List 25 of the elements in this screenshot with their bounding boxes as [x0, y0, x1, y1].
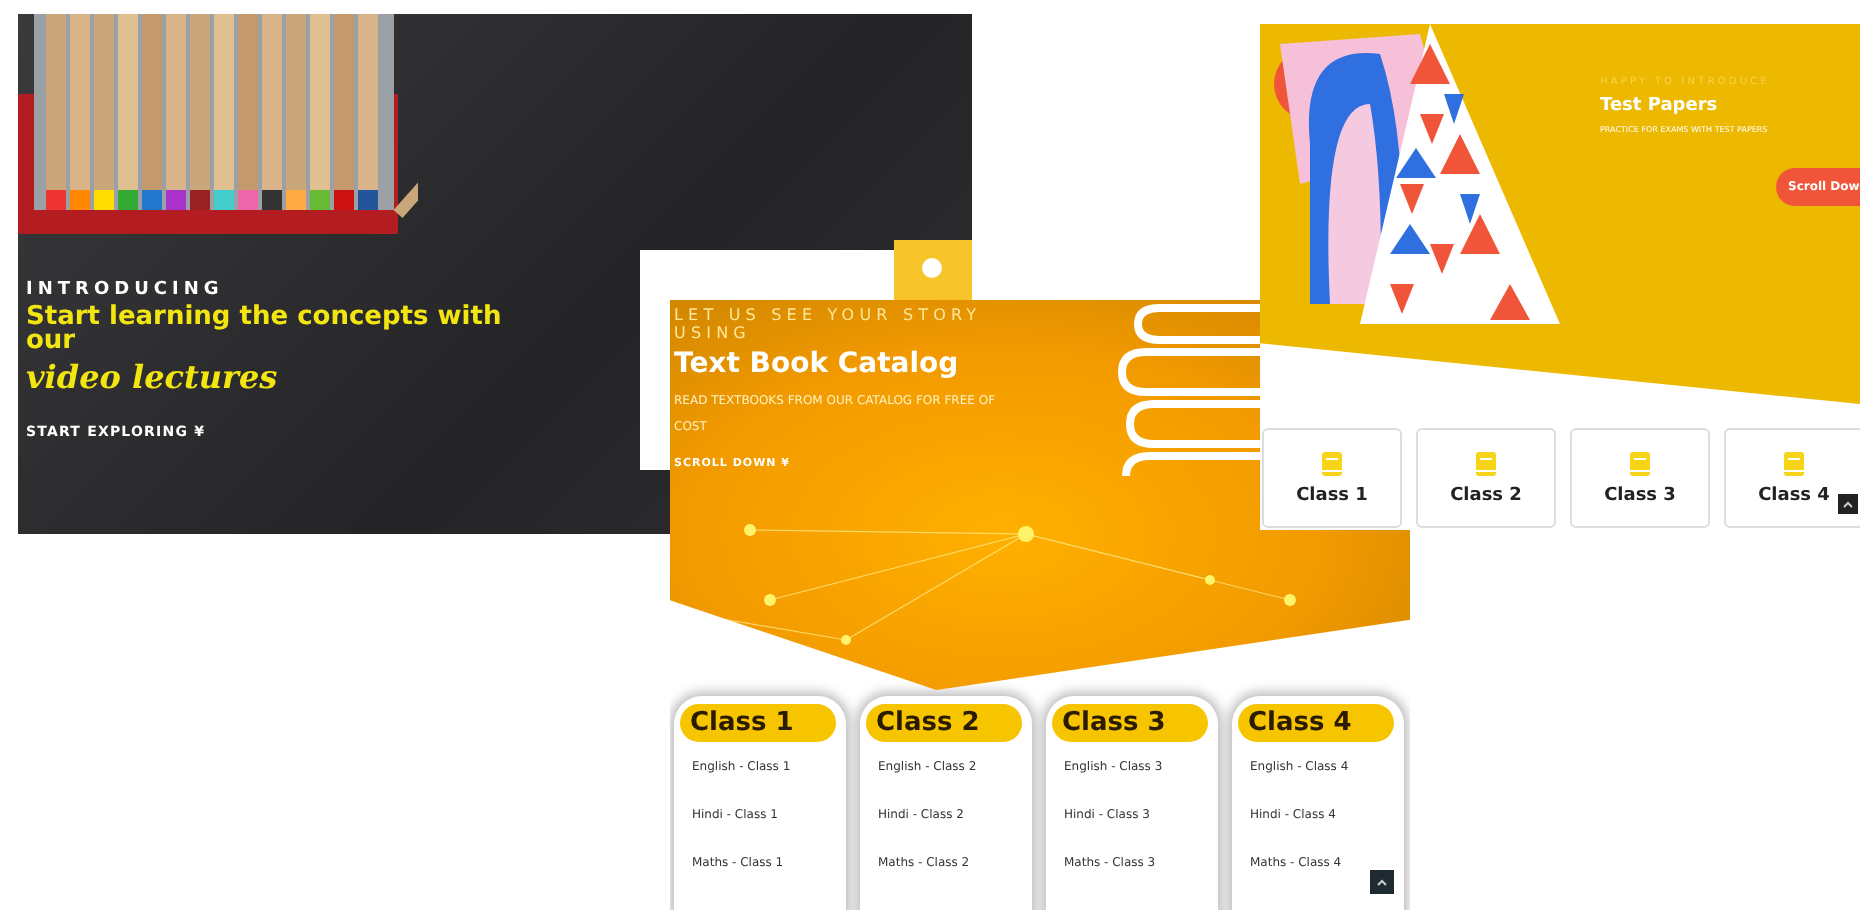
class-label: Class 3: [1604, 485, 1676, 505]
highlight-heading: video lectures: [26, 358, 278, 396]
class-card[interactable]: Class 2: [1416, 428, 1556, 528]
page-title: Test Papers: [1600, 96, 1720, 116]
scroll-to-top-button[interactable]: [1838, 494, 1858, 514]
book-icon: [1784, 451, 1804, 475]
chevron-up-icon: [1842, 500, 1854, 508]
scroll-to-top-button[interactable]: [1370, 870, 1394, 894]
class-label: Class 2: [1450, 485, 1522, 505]
class-heading: Class 4: [1238, 704, 1394, 742]
eyebrow-text: LET US SEE YOUR STORY USING: [674, 306, 984, 342]
headline: Start learning the concepts with our: [26, 306, 504, 354]
book-icon: [1630, 451, 1650, 475]
class-label: Class 4: [1758, 485, 1830, 505]
class-heading: Class 1: [680, 704, 836, 742]
class-label: Class 1: [1296, 485, 1368, 505]
chevron-up-icon: [1376, 878, 1388, 886]
page-title: Text Book Catalog: [674, 348, 959, 380]
class-card[interactable]: Class 1: [1262, 428, 1402, 528]
class-card[interactable]: Class 3: [1570, 428, 1710, 528]
book-icon: [1476, 451, 1496, 475]
class-heading: Class 2: [866, 704, 1022, 742]
eyebrow-text: INTRODUCING: [26, 280, 224, 300]
class-heading: Class 3: [1052, 704, 1208, 742]
book-icon: [1322, 451, 1342, 475]
